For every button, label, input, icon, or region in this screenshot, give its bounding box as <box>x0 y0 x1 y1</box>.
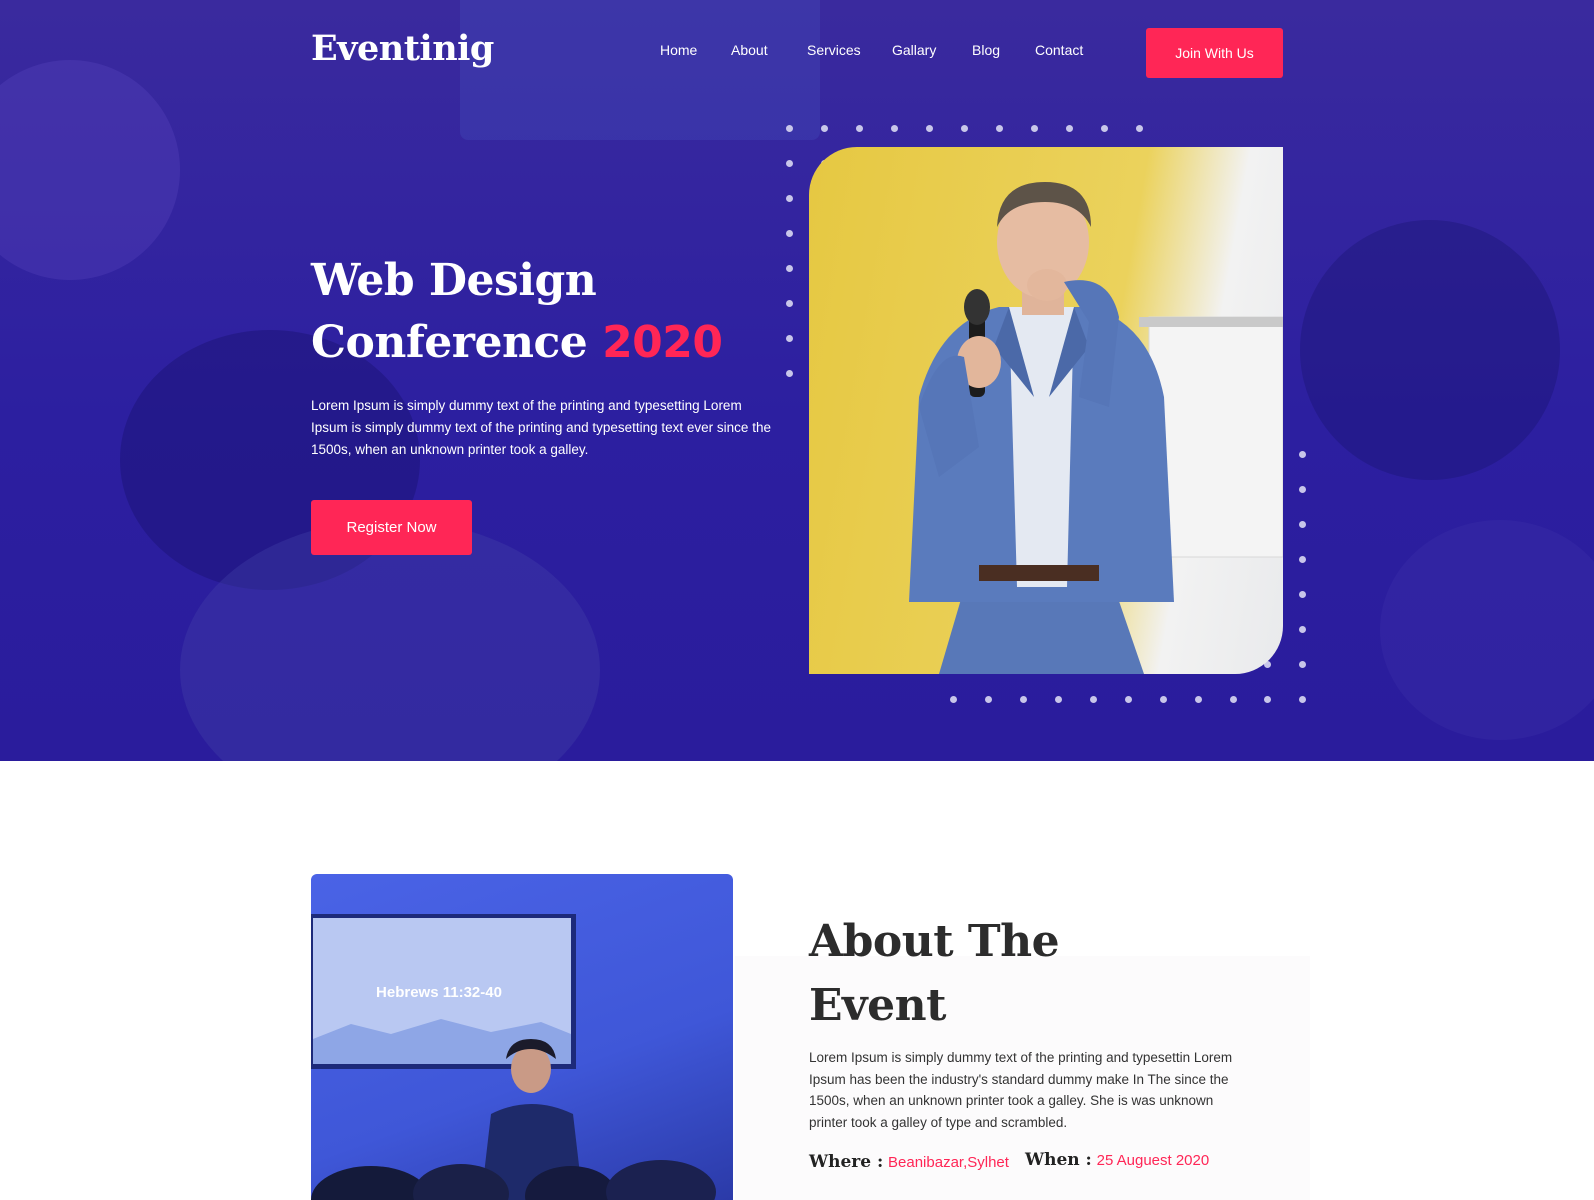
event-location: Where : Beanibazar,Sylhet <box>809 1152 1009 1172</box>
where-label: Where : <box>809 1152 884 1172</box>
nav-services[interactable]: Services <box>807 42 861 58</box>
hero-description: Lorem Ipsum is simply dummy text of the … <box>311 398 771 457</box>
audience-background-image <box>0 0 1594 761</box>
nav-blog[interactable]: Blog <box>972 42 1000 58</box>
speaker-illustration <box>909 182 1283 674</box>
event-date: When : 25 Auguest 2020 <box>1025 1150 1209 1170</box>
event-illustration: Hebrews 11:32-40 <box>311 914 716 1200</box>
hero-section: Eventinig Home About Services Gallary Bl… <box>0 0 1594 761</box>
nav-home[interactable]: Home <box>660 42 697 58</box>
join-with-us-button[interactable]: Join With Us <box>1146 28 1283 78</box>
hero-title-line1: Web Design <box>311 255 597 306</box>
about-title: About The Event <box>809 910 1109 1038</box>
nav-about[interactable]: About <box>731 42 768 58</box>
nav-contact[interactable]: Contact <box>1035 42 1083 58</box>
nav-gallary[interactable]: Gallary <box>892 42 936 58</box>
about-description: Lorem Ipsum is simply dummy text of the … <box>809 1050 1233 1130</box>
register-now-button[interactable]: Register Now <box>311 500 472 555</box>
about-title-line2: Event <box>809 980 946 1031</box>
screen-caption: Hebrews 11:32-40 <box>376 984 502 1001</box>
event-photo: Hebrews 11:32-40 <box>311 874 733 1200</box>
where-value: Beanibazar,Sylhet <box>888 1154 1009 1171</box>
when-label: When : <box>1025 1150 1092 1170</box>
about-title-line1: About The <box>809 916 1060 967</box>
hero-title-accent: 2020 <box>602 317 723 368</box>
site-logo[interactable]: Eventinig <box>311 28 494 69</box>
hero-title: Web Design Conference 2020 <box>311 250 771 374</box>
when-value: 25 Auguest 2020 <box>1096 1152 1210 1169</box>
speaker-photo <box>809 147 1283 674</box>
hero-title-line2: Conference <box>311 317 588 368</box>
